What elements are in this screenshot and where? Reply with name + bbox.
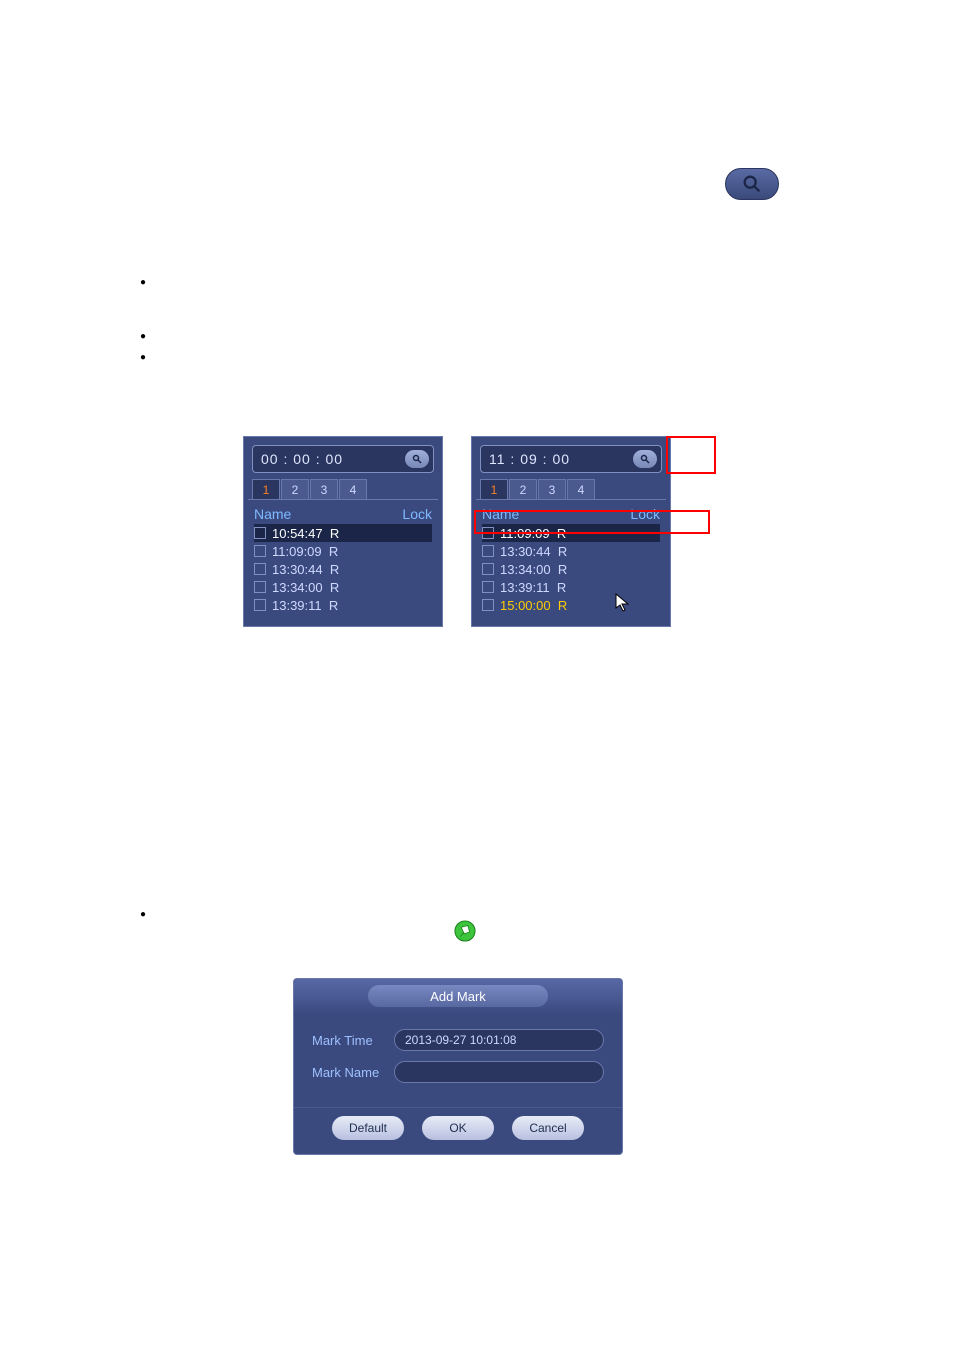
- time-input-box[interactable]: 11 : 09 : 00: [480, 445, 662, 473]
- tab-2[interactable]: 2: [281, 479, 309, 499]
- file-list: 10:54:47 R 11:09:09 R 13:30:44 R 13:34:0…: [244, 524, 442, 626]
- mark-pin-icon: [454, 920, 476, 942]
- mouse-cursor-icon: [615, 593, 631, 613]
- magnify-icon: [411, 453, 423, 465]
- list-item[interactable]: 13:34:00 R: [482, 560, 660, 578]
- list-item[interactable]: 13:34:00 R: [254, 578, 432, 596]
- checkbox[interactable]: [482, 581, 494, 593]
- channel-tabs: 1 2 3 4: [480, 479, 662, 499]
- list-header: Name Lock: [248, 499, 438, 524]
- checkbox[interactable]: [482, 599, 494, 611]
- tab-1[interactable]: 1: [480, 479, 508, 499]
- list-item[interactable]: 13:30:44 R: [254, 560, 432, 578]
- mark-name-label: Mark Name: [312, 1065, 394, 1080]
- list-search-button[interactable]: [725, 168, 779, 200]
- magnify-icon: [639, 453, 651, 465]
- list-item[interactable]: 13:39:11 R: [254, 596, 432, 614]
- cancel-button[interactable]: Cancel: [512, 1116, 584, 1140]
- list-item[interactable]: 15:00:00 R: [482, 596, 660, 614]
- default-button[interactable]: Default: [332, 1116, 404, 1140]
- ok-button[interactable]: OK: [422, 1116, 494, 1140]
- magnify-icon: [741, 173, 763, 195]
- dialog-title: Add Mark: [368, 985, 548, 1007]
- checkbox[interactable]: [254, 581, 266, 593]
- tab-2[interactable]: 2: [509, 479, 537, 499]
- file-list: 11:09:09 R 13:30:44 R 13:34:00 R 13:39:1…: [472, 524, 670, 626]
- dialog-titlebar: Add Mark: [294, 979, 622, 1015]
- checkbox[interactable]: [254, 599, 266, 611]
- checkbox[interactable]: [254, 527, 266, 539]
- mark-time-label: Mark Time: [312, 1033, 394, 1048]
- highlight-annotation: [474, 510, 710, 534]
- bullet-list: ● ● ● ●: [140, 278, 146, 363]
- checkbox[interactable]: [254, 545, 266, 557]
- list-item[interactable]: 13:30:44 R: [482, 542, 660, 560]
- add-mark-dialog: Add Mark Mark Time 2013-09-27 10:01:08 M…: [293, 978, 623, 1155]
- mark-name-field[interactable]: [394, 1061, 604, 1083]
- tab-3[interactable]: 3: [310, 479, 338, 499]
- time-search-button[interactable]: [633, 450, 657, 468]
- mark-time-field[interactable]: 2013-09-27 10:01:08: [394, 1029, 604, 1051]
- list-item[interactable]: 13:39:11 R: [482, 578, 660, 596]
- checkbox[interactable]: [482, 563, 494, 575]
- list-item[interactable]: 11:09:09 R: [254, 542, 432, 560]
- time-value: 00 : 00 : 00: [257, 451, 405, 467]
- checkbox[interactable]: [254, 563, 266, 575]
- time-input-box[interactable]: 00 : 00 : 00: [252, 445, 434, 473]
- highlight-annotation: [666, 436, 716, 474]
- tab-4[interactable]: 4: [567, 479, 595, 499]
- list-item[interactable]: 10:54:47 R: [254, 524, 432, 542]
- header-lock: Lock: [392, 506, 432, 522]
- time-search-button[interactable]: [405, 450, 429, 468]
- channel-tabs: 1 2 3 4: [252, 479, 434, 499]
- header-name: Name: [254, 506, 392, 522]
- tab-3[interactable]: 3: [538, 479, 566, 499]
- time-value: 11 : 09 : 00: [485, 451, 633, 467]
- file-list-panel-1: 00 : 00 : 00 1 2 3 4 Name Lock 10:54:47 …: [243, 436, 443, 627]
- checkbox[interactable]: [482, 545, 494, 557]
- tab-1[interactable]: 1: [252, 479, 280, 499]
- tab-4[interactable]: 4: [339, 479, 367, 499]
